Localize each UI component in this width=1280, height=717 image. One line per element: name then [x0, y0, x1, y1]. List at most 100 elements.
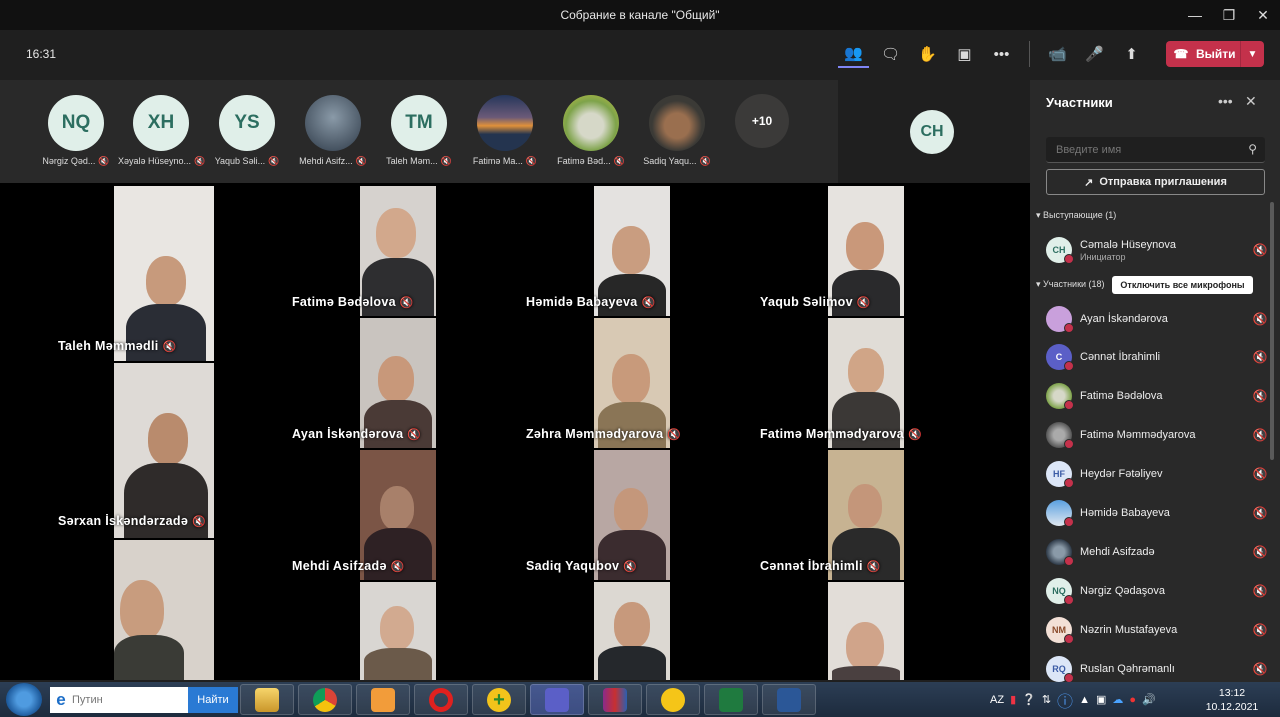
participant-row[interactable]: Həmidə Babayeva 🔇 — [1046, 498, 1270, 528]
antivirus-icon[interactable]: ● — [1129, 694, 1136, 706]
mic-muted-icon[interactable]: 🔇 — [1250, 243, 1270, 257]
participant-row[interactable]: Ayan İskəndərova 🔇 — [1046, 304, 1270, 334]
video-tile[interactable] — [360, 582, 436, 680]
participant-row[interactable]: RQ Ruslan Qəhrəmanlı 🔇 — [1046, 654, 1270, 684]
participant-video — [848, 348, 884, 394]
language-indicator[interactable]: AZ — [990, 694, 1004, 706]
word-icon[interactable] — [762, 684, 816, 715]
more-actions-icon[interactable]: ••• — [986, 40, 1017, 68]
mic-muted-icon[interactable]: 🔇 — [1250, 312, 1270, 326]
avatar[interactable]: YS — [219, 95, 275, 151]
clock-date: 10.12.2021 — [1205, 701, 1259, 713]
participant-row[interactable]: C Cənnət İbrahimli 🔇 — [1046, 342, 1270, 372]
tile-name: Sadiq Yaqubov 🔇 — [526, 559, 638, 573]
mic-muted-icon[interactable]: 🔇 — [1250, 467, 1270, 481]
minimize-icon[interactable]: — — [1178, 0, 1212, 30]
agent-icon[interactable] — [646, 684, 700, 715]
mute-all-tooltip[interactable]: Отключить все микрофоны — [1112, 276, 1253, 294]
participants-icon[interactable]: 👥 — [838, 40, 869, 68]
reactions-icon[interactable]: ✋ — [912, 40, 943, 68]
participant-video — [614, 602, 650, 648]
attendees-section[interactable]: ▾ Участники (18) — [1036, 279, 1105, 290]
pdf-icon[interactable]: ▮ — [1010, 693, 1016, 706]
help-icon[interactable]: ❔ — [1022, 693, 1036, 706]
winrar-icon[interactable] — [588, 684, 642, 715]
rooms-icon[interactable]: ▣ — [949, 40, 980, 68]
participant-name: Fatimə Məmmədyarova — [1080, 429, 1196, 441]
opera-icon[interactable] — [414, 684, 468, 715]
network-icon[interactable]: ⇅ — [1042, 693, 1051, 706]
mic-muted-icon[interactable]: 🔇 — [1250, 350, 1270, 364]
video-tile[interactable] — [828, 582, 904, 680]
avatar[interactable]: NQ — [48, 95, 104, 151]
invite-label: Отправка приглашения — [1099, 176, 1227, 188]
participant-name: Nərgiz Qədaşova — [1080, 585, 1165, 597]
panel-scrollbar[interactable] — [1270, 202, 1274, 460]
share-screen-icon[interactable]: ⬆ — [1116, 40, 1147, 68]
media-player-icon[interactable] — [356, 684, 410, 715]
mic-off-icon[interactable]: 🎤 — [1079, 40, 1110, 68]
avatar-photo[interactable] — [305, 95, 361, 151]
video-tile[interactable] — [594, 582, 670, 680]
excel-icon[interactable] — [704, 684, 758, 715]
search-go-button[interactable]: Найти — [188, 687, 238, 713]
leave-button[interactable]: ☎ Выйти ▼ — [1166, 41, 1264, 67]
mic-muted-icon[interactable]: 🔇 — [1250, 389, 1270, 403]
taskbar-clock[interactable]: 13:12 10.12.2021 — [1204, 686, 1260, 714]
close-icon[interactable]: ✕ — [1245, 93, 1257, 110]
chat-icon[interactable]: 🗨 — [875, 40, 906, 68]
strip-name: Yaqub Səli... 🔇 — [214, 156, 280, 166]
avatar[interactable]: TM — [391, 95, 447, 151]
participant-search[interactable]: ⚲ — [1046, 137, 1265, 163]
participant-row[interactable]: Fatimə Bədəlova 🔇 — [1046, 381, 1270, 411]
mic-muted-icon[interactable]: 🔇 — [1250, 623, 1270, 637]
avatar-photo[interactable] — [649, 95, 705, 151]
tile-name: Yaqub Səlimov 🔇 — [760, 295, 871, 309]
video-tile[interactable] — [114, 540, 214, 680]
participant-row[interactable]: CH Cəmalə Hüseynova Инициатор 🔇 — [1046, 235, 1270, 265]
mic-muted-icon[interactable]: 🔇 — [1250, 662, 1270, 676]
display-icon[interactable]: ▣ — [1096, 693, 1106, 706]
volume-icon[interactable]: 🔊 — [1142, 693, 1156, 706]
more-participants-button[interactable]: +10 — [735, 94, 789, 148]
close-window-icon[interactable]: ✕ — [1246, 0, 1280, 30]
cloud-icon[interactable]: ☁ — [1112, 693, 1123, 706]
video-tile[interactable] — [114, 186, 214, 361]
participant-row[interactable]: Mehdi Asifzadə 🔇 — [1046, 537, 1270, 567]
restore-icon[interactable]: ❐ — [1212, 0, 1246, 30]
mic-muted-icon[interactable]: 🔇 — [1250, 506, 1270, 520]
mic-muted-icon: 🔇 — [162, 341, 177, 353]
participant-row[interactable]: NQ Nərgiz Qədaşova 🔇 — [1046, 576, 1270, 606]
mic-muted-icon[interactable]: 🔇 — [1250, 428, 1270, 442]
explorer-icon[interactable] — [240, 684, 294, 715]
teams-icon[interactable] — [530, 684, 584, 715]
tray-expand-icon[interactable]: ▲ — [1079, 694, 1090, 706]
start-button[interactable] — [6, 683, 42, 716]
more-options-icon[interactable]: ••• — [1218, 93, 1233, 109]
help-circle-icon[interactable]: ⓘ — [1057, 688, 1073, 712]
avatar-photo[interactable] — [563, 95, 619, 151]
mic-muted-icon: 🔇 — [623, 561, 638, 573]
participant-video — [598, 646, 666, 680]
participant-row[interactable]: NM Nəzrin Mustafayeva 🔇 — [1046, 615, 1270, 645]
video-tile[interactable] — [114, 363, 214, 538]
taskbar-search[interactable]: e Найти — [50, 687, 238, 713]
search-input[interactable] — [1046, 137, 1226, 163]
add-icon[interactable]: + — [472, 684, 526, 715]
avatar[interactable]: CH — [910, 110, 954, 154]
tile-name: Fatimə Məmmədyarova 🔇 — [760, 427, 922, 441]
participant-row[interactable]: HF Heydər Fətəliyev 🔇 — [1046, 459, 1270, 489]
participant-video — [378, 356, 414, 402]
presenters-section[interactable]: ▾ Выступающие (1) — [1036, 210, 1116, 221]
participant-row[interactable]: Fatimə Məmmədyarova 🔇 — [1046, 420, 1270, 450]
avatar-photo[interactable] — [477, 95, 533, 151]
camera-off-icon[interactable]: 📹 — [1042, 40, 1073, 68]
avatar[interactable]: XH — [133, 95, 189, 151]
invite-button[interactable]: ↗ Отправка приглашения — [1046, 169, 1265, 195]
chrome-icon[interactable] — [298, 684, 352, 715]
taskbar-search-input[interactable] — [72, 694, 182, 706]
mic-muted-icon[interactable]: 🔇 — [1250, 545, 1270, 559]
mic-muted-icon[interactable]: 🔇 — [1250, 584, 1270, 598]
chevron-down-icon[interactable]: ▼ — [1240, 41, 1264, 67]
participant-video — [832, 666, 900, 680]
